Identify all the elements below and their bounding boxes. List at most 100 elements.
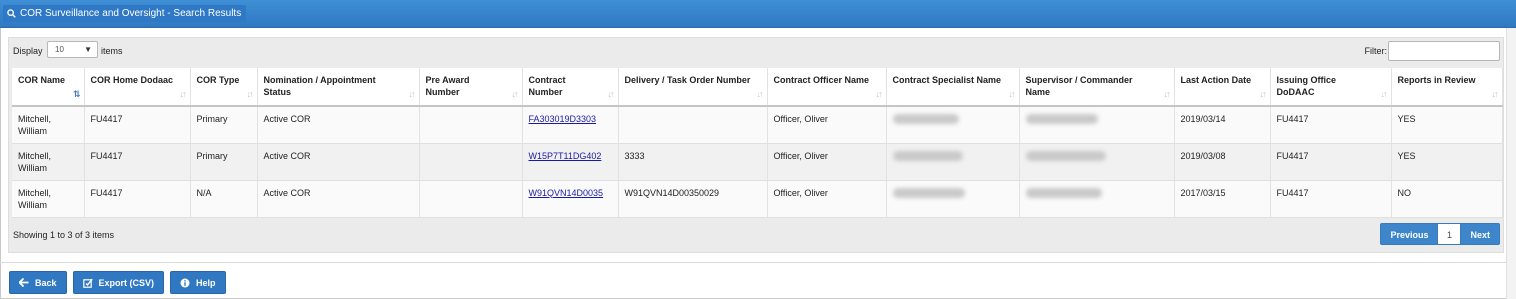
cell-delivery-order [618, 106, 768, 144]
cell-contract-number: FA303019D3303 [522, 106, 619, 144]
cell-delivery-order: W91QVN14D00350029 [618, 180, 768, 218]
divider [0, 262, 1516, 263]
column-header-last-action[interactable]: Last Action Date ↓↑ [1174, 68, 1271, 107]
export-icon [82, 278, 93, 288]
window-title: COR Surveillance and Oversight - Search … [20, 8, 242, 19]
redacted-name [892, 114, 959, 124]
column-header-issuing-office[interactable]: Issuing Office DoDAAC ↓↑ [1270, 68, 1392, 107]
column-header-contract-officer[interactable]: Contract Officer Name ↓↑ [767, 68, 887, 107]
contract-number-link[interactable]: W15P7T11DG402 [529, 151, 602, 161]
export-label: Export (CSV) [98, 277, 155, 288]
sort-ascending-icon: ⇅ [72, 89, 80, 99]
cell-pre-award [419, 143, 523, 181]
cell-status: Active COR [257, 106, 420, 144]
info-icon [180, 278, 190, 287]
column-header-pre-award[interactable]: Pre Award Number ↓↑ [419, 68, 523, 107]
sort-icon: ↓↑ [1380, 89, 1388, 99]
cell-issuing-office: FU4417 [1270, 106, 1392, 144]
table-row: Mitchell, William FU4417 N/A Active COR … [12, 180, 1503, 218]
column-header-cor-name[interactable]: COR Name ⇅ [12, 68, 85, 107]
contract-number-link[interactable]: FA303019D3303 [529, 114, 597, 124]
sort-icon: ↓↑ [756, 89, 764, 99]
export-csv-button[interactable]: Export (CSV) [72, 271, 165, 294]
cell-cor-type: Primary [190, 143, 258, 181]
help-label: Help [196, 277, 216, 288]
table-info: Showing 1 to 3 of 3 items [13, 230, 115, 240]
cell-reports-review: NO [1391, 180, 1503, 218]
cell-cor-type: Primary [190, 106, 258, 144]
cell-status: Active COR [257, 143, 420, 181]
table-row: Mitchell, William FU4417 Primary Active … [12, 143, 1503, 181]
cell-contract-specialist [886, 180, 1020, 218]
cell-contract-officer: Officer, Oliver [767, 143, 887, 181]
arrow-left-icon [19, 278, 29, 287]
sort-icon: ↓↑ [179, 89, 187, 99]
cell-contract-officer: Officer, Oliver [767, 106, 887, 144]
chevron-down-icon: ▼ [84, 45, 92, 54]
column-header-home-dodaac[interactable]: COR Home Dodaac ↓↑ [84, 68, 191, 107]
cell-home-dodaac: FU4417 [84, 106, 191, 144]
column-header-supervisor[interactable]: Supervisor / Commander Name ↓↑ [1019, 68, 1175, 107]
display-label: Display [13, 46, 43, 56]
previous-button[interactable]: Previous [1380, 223, 1439, 245]
sort-icon: ↓↑ [511, 89, 519, 99]
column-header-contract-specialist[interactable]: Contract Specialist Name ↓↑ [886, 68, 1020, 107]
cell-supervisor [1019, 143, 1175, 181]
redacted-name [1025, 187, 1102, 198]
back-button[interactable]: Back [9, 271, 67, 294]
table-row: Mitchell, William FU4417 Primary Active … [12, 106, 1503, 144]
cell-cor-type: N/A [190, 180, 258, 218]
contract-number-link[interactable]: W91QVN14D0035 [529, 188, 604, 198]
sort-icon: ↓↑ [1008, 89, 1016, 99]
redacted-name [1025, 114, 1098, 124]
column-header-contract-number[interactable]: Contract Number ↓↑ [522, 68, 619, 107]
action-bar: Back Export (CSV) Help [9, 271, 226, 294]
results-panel: Display 10 ▼ items Filter: COR Name ⇅ COR… [8, 37, 1504, 253]
cell-home-dodaac: FU4417 [84, 180, 191, 218]
cell-cor-name: Mitchell, William [12, 106, 85, 144]
cell-delivery-order: 3333 [618, 143, 768, 181]
sort-icon: ↓↑ [408, 89, 416, 99]
page-size-value: 10 [55, 45, 64, 54]
page-number-1[interactable]: 1 [1438, 223, 1461, 245]
cell-contract-number: W91QVN14D0035 [522, 180, 619, 218]
back-label: Back [35, 277, 57, 288]
cell-cor-name: Mitchell, William [12, 180, 85, 218]
cell-supervisor [1019, 180, 1175, 218]
cell-home-dodaac: FU4417 [84, 143, 191, 181]
next-button[interactable]: Next [1460, 223, 1500, 245]
cell-contract-specialist [886, 143, 1020, 181]
cell-issuing-office: FU4417 [1270, 143, 1392, 181]
items-label: items [101, 46, 123, 56]
sort-icon: ↓↑ [1491, 89, 1499, 99]
help-button[interactable]: Help [170, 271, 226, 294]
sort-icon: ↓↑ [607, 89, 615, 99]
cell-status: Active COR [257, 180, 420, 218]
window-title-tab: COR Surveillance and Oversight - Search … [3, 5, 247, 22]
cell-pre-award [419, 106, 523, 144]
cell-last-action: 2017/03/15 [1174, 180, 1271, 218]
sort-icon: ↓↑ [1259, 89, 1267, 99]
cell-supervisor [1019, 106, 1175, 144]
cell-pre-award [419, 180, 523, 218]
cell-reports-review: YES [1391, 106, 1503, 144]
column-header-reports-review[interactable]: Reports in Review ↓↑ [1391, 68, 1503, 107]
sort-icon: ↓↑ [875, 89, 883, 99]
cell-last-action: 2019/03/14 [1174, 106, 1271, 144]
column-header-delivery-order[interactable]: Delivery / Task Order Number ↓↑ [618, 68, 768, 107]
cell-reports-review: YES [1391, 143, 1503, 181]
page-size-select[interactable]: 10 ▼ [47, 41, 98, 58]
filter-input[interactable] [1388, 41, 1500, 61]
vertical-scrollbar[interactable] [1506, 28, 1516, 299]
table-toolbar: Display 10 ▼ items Filter: [9, 38, 1503, 64]
cell-issuing-office: FU4417 [1270, 180, 1392, 218]
redacted-name [1025, 150, 1106, 161]
column-header-cor-type[interactable]: COR Type ↓↑ [190, 68, 258, 107]
pagination: Previous 1 Next [1380, 223, 1500, 245]
redacted-name [892, 150, 963, 161]
cell-contract-number: W15P7T11DG402 [522, 143, 619, 181]
redacted-name [892, 187, 965, 198]
filter-label: Filter: [1364, 46, 1388, 56]
results-table: COR Name ⇅ COR Home Dodaac ↓↑ COR Type ↓↑ N… [12, 68, 1503, 218]
column-header-status[interactable]: Nomination / Appointment Status ↓↑ [257, 68, 420, 107]
